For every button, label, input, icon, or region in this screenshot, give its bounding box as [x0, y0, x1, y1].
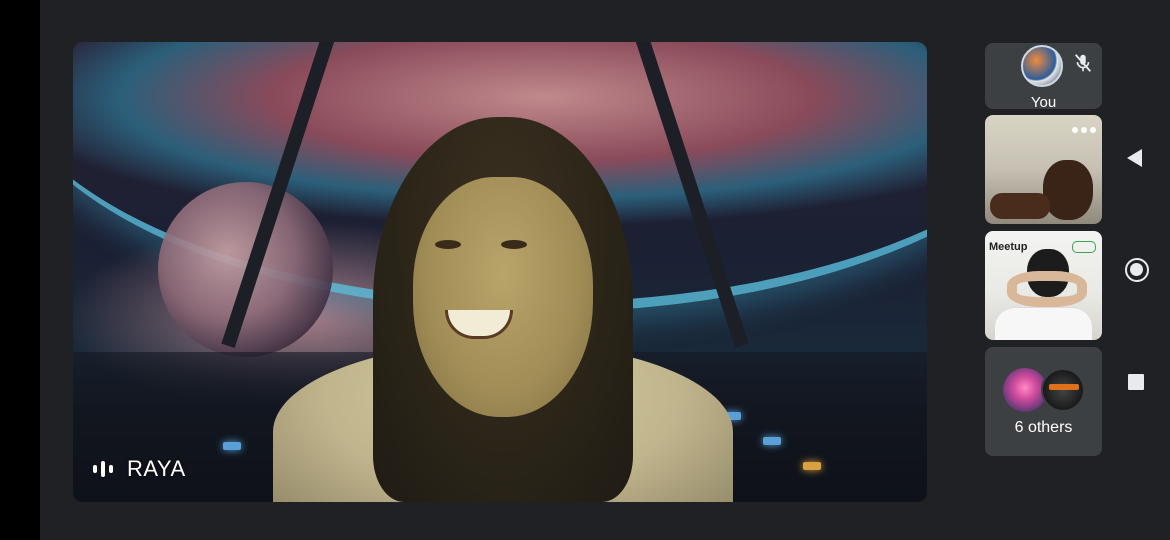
participant-hands: [990, 193, 1050, 219]
participant-eye: [435, 240, 461, 249]
mic-off-icon: [1074, 54, 1092, 72]
participant-eye: [501, 240, 527, 249]
back-icon[interactable]: [1127, 149, 1142, 167]
system-nav-bar: [1115, 0, 1170, 540]
others-tile[interactable]: 6 others: [985, 347, 1102, 456]
participant-name: RAYA: [127, 456, 186, 481]
self-label: You: [1030, 94, 1057, 109]
participant-heart-hands: [1007, 271, 1087, 307]
meetup-overlay-text: Meetup: [989, 241, 1028, 253]
participant-video: [1043, 160, 1093, 220]
self-tile[interactable]: You: [985, 43, 1102, 109]
participant-video-face: [413, 177, 593, 417]
participant-shirt: [995, 307, 1092, 340]
more-options-icon[interactable]: [1072, 127, 1096, 133]
avatar-icon: [1041, 368, 1085, 412]
participant-tile[interactable]: Meetup: [985, 231, 1102, 340]
others-count-label: 6 others: [1014, 419, 1073, 436]
participant-tile[interactable]: [985, 115, 1102, 224]
home-icon[interactable]: [1125, 258, 1149, 282]
console-light: [223, 442, 241, 450]
participant-name-label: RAYA: [93, 456, 186, 482]
recents-icon[interactable]: [1128, 374, 1144, 390]
console-light: [763, 437, 781, 445]
audio-level-icon: [93, 461, 113, 477]
toggle-badge-icon: [1072, 241, 1096, 253]
main-video-tile[interactable]: RAYA: [73, 42, 927, 502]
left-edge-bar: [0, 0, 40, 540]
avatar-icon: [1021, 45, 1063, 87]
console-light: [803, 462, 821, 470]
